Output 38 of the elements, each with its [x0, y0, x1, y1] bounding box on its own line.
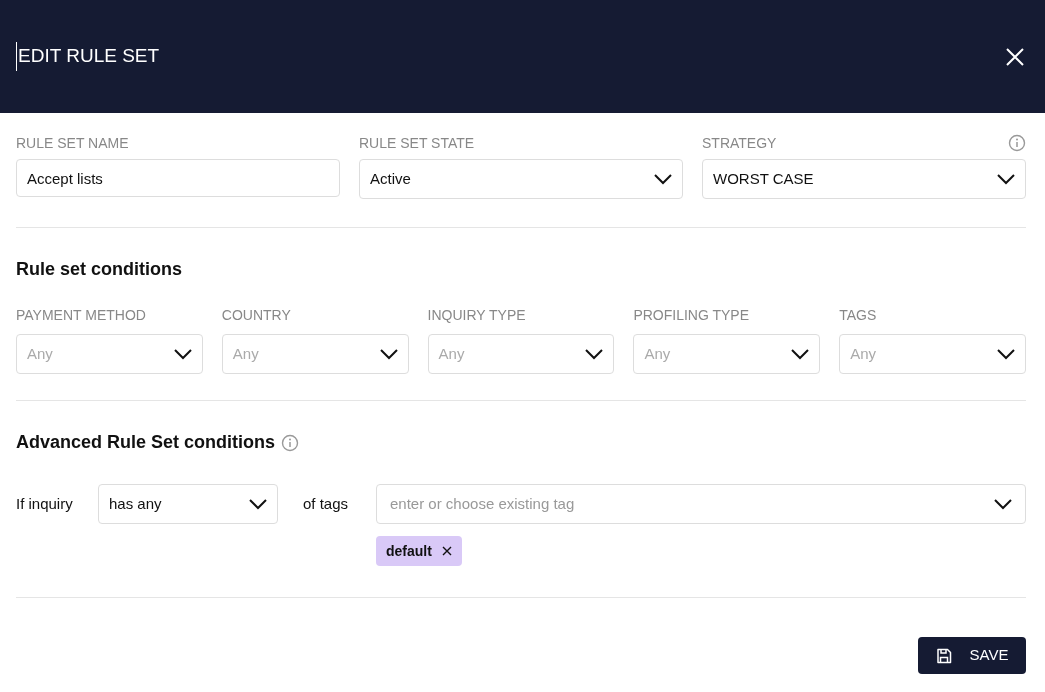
- dropdown[interactable]: WORST CASE: [702, 159, 1026, 199]
- dropdown[interactable]: Any: [633, 334, 821, 374]
- chevron-down-icon: [791, 348, 810, 360]
- field-label: RULE SET STATE: [359, 133, 475, 153]
- chevron-down-icon: [997, 173, 1015, 185]
- info-icon[interactable]: [1008, 134, 1026, 152]
- chevron-down-icon: [249, 498, 267, 510]
- condition-label: If inquiry: [16, 493, 74, 514]
- field-label: COUNTRY: [221, 306, 292, 325]
- dropdown[interactable]: Any: [839, 334, 1026, 374]
- dropdown[interactable]: Any: [16, 334, 203, 374]
- field-label: INQUIRY TYPE: [427, 306, 527, 325]
- field-label: PAYMENT METHOD: [16, 306, 147, 325]
- field-label: TAGS: [839, 306, 878, 325]
- chevron-down-icon: [654, 173, 672, 185]
- dropdown[interactable]: Any: [221, 334, 409, 374]
- chevron-down-icon: [379, 348, 398, 360]
- operator-dropdown[interactable]: has any: [98, 484, 278, 524]
- field-label: RULE SET NAME: [16, 133, 129, 153]
- save-button[interactable]: SAVE: [918, 637, 1026, 674]
- chevron-down-icon: [585, 348, 604, 360]
- dropdown[interactable]: Active: [359, 159, 683, 199]
- close-icon[interactable]: [1005, 46, 1025, 67]
- condition-label: of tags: [302, 493, 350, 514]
- chevron-down-icon: [173, 348, 192, 360]
- info-icon[interactable]: [281, 433, 300, 452]
- modal-title: EDIT RULE SET: [16, 42, 160, 71]
- section-heading: Advanced Rule Set conditions: [16, 431, 276, 454]
- section-heading: Rule set conditions: [16, 258, 184, 281]
- tag-label: default: [386, 541, 432, 561]
- chevron-down-icon: [994, 498, 1012, 510]
- field-label: STRATEGY: [702, 133, 777, 153]
- field-label: PROFILING TYPE: [633, 306, 751, 325]
- chevron-down-icon: [997, 348, 1015, 360]
- tag-dropdown[interactable]: enter or choose existing tag: [376, 484, 1026, 524]
- text-field[interactable]: Accept lists: [16, 159, 340, 197]
- dropdown[interactable]: Any: [427, 334, 615, 374]
- remove-icon[interactable]: [441, 546, 452, 556]
